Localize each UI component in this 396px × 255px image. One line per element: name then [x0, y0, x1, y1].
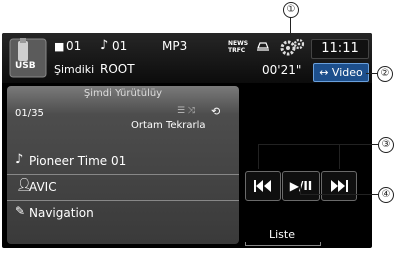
source-label: USB [15, 61, 36, 71]
repeat-icon: ⟲ [211, 105, 221, 118]
play-pause-button[interactable]: ▶/II [282, 171, 320, 201]
now-playing-title: Şimdi Yürütülüy [83, 88, 163, 99]
song-note-icon: ♪ [15, 152, 24, 167]
now-playing-panel: Şimdi Yürütülüy 01/35 ☰ ⤨ ⟲ Ortam Tekrar… [7, 86, 239, 244]
callout-4-line-up [300, 184, 301, 194]
elapsed-time: 00'21" [262, 63, 302, 77]
status-bar: USB ■ 01 ♪ 01 MP3 Şimdiki ROOT NEWS TRFC… [2, 33, 372, 83]
folder-number: 01 [66, 39, 82, 53]
trfc-label: TRFC [228, 47, 246, 54]
video-button[interactable]: ↔ Video [313, 63, 369, 82]
callout-2: ② [377, 66, 393, 82]
next-track-button[interactable] [321, 171, 357, 201]
artist-name: AVIC [29, 180, 57, 194]
folder-icon: ■ [54, 40, 65, 53]
callout-3-line-next [339, 144, 340, 169]
album-name: Navigation [29, 206, 94, 220]
callout-1-line [290, 17, 291, 37]
nav-screen: USB ■ 01 ♪ 01 MP3 Şimdiki ROOT NEWS TRFC… [2, 33, 372, 248]
previous-track-button[interactable] [245, 171, 281, 201]
callout-4: ④ [378, 187, 394, 203]
previous-icon [254, 180, 271, 192]
repeat-mode: Ortam Tekrarla [131, 120, 206, 131]
news-traffic-indicator: NEWS TRFC [228, 40, 248, 54]
usb-device-icon[interactable] [8, 37, 48, 79]
track-number: 01 [112, 39, 128, 53]
folder-name: ROOT [100, 62, 135, 76]
callout-4-line [300, 194, 378, 195]
traffic-car-icon [257, 42, 269, 51]
list-button-frame [245, 242, 321, 246]
album-disc-icon: ✎ [15, 204, 26, 218]
list-mode-icon: ☰ ⤨ [177, 106, 196, 116]
settings-gear-icon[interactable] [278, 37, 306, 57]
callout-2-line [366, 73, 377, 74]
callout-1: ① [283, 2, 299, 18]
music-note-icon: ♪ [100, 38, 109, 53]
callout-3: ③ [378, 137, 394, 153]
callout-3-line [258, 144, 378, 145]
playback-mode: Şimdiki [54, 63, 95, 76]
file-format: MP3 [162, 39, 188, 53]
divider [7, 174, 239, 175]
next-icon [331, 180, 348, 192]
callout-3-line-prev [258, 144, 259, 169]
news-label: NEWS [228, 40, 249, 47]
divider [7, 200, 239, 201]
track-count: 01/35 [15, 108, 44, 119]
clock: 11:11 [311, 39, 369, 59]
song-title: Pioneer Time 01 [29, 154, 127, 168]
